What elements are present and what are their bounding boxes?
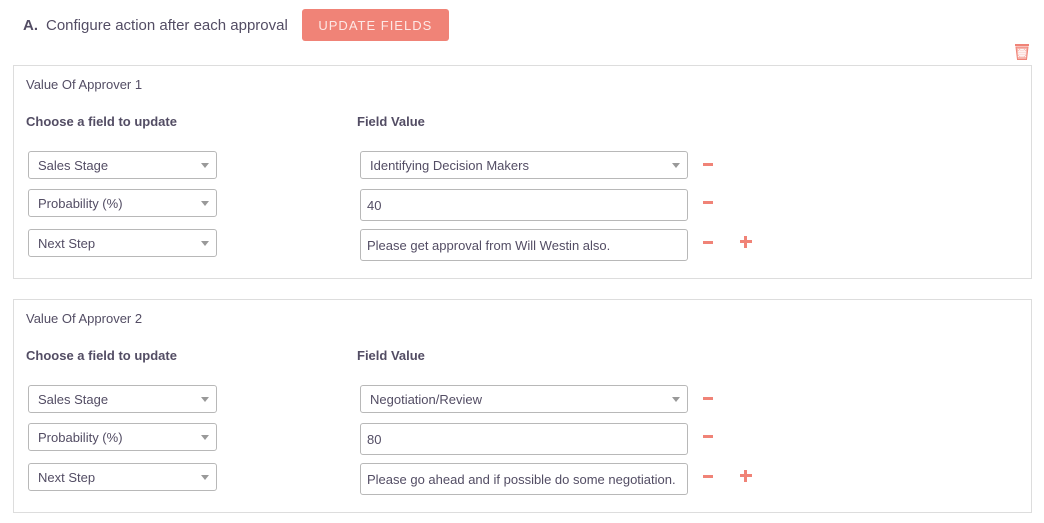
minus-icon[interactable] xyxy=(703,201,713,204)
field-select[interactable]: Sales Stage xyxy=(28,151,217,179)
caret-down-icon xyxy=(672,163,680,168)
value-select-value: Identifying Decision Makers xyxy=(370,157,529,173)
plus-icon[interactable] xyxy=(740,236,752,248)
field-select-value: Sales Stage xyxy=(38,157,109,173)
caret-down-icon xyxy=(201,241,209,246)
trash-icon[interactable] xyxy=(1015,44,1029,60)
field-select-value: Probability (%) xyxy=(38,429,123,445)
caret-down-icon xyxy=(201,201,209,206)
caret-down-icon xyxy=(201,397,209,402)
minus-icon[interactable] xyxy=(703,163,713,166)
field-select[interactable]: Sales Stage xyxy=(28,385,217,413)
field-column-header: Choose a field to update xyxy=(26,114,177,129)
section-header: A. Configure action after each approval … xyxy=(23,9,449,41)
approver-panel-1: Value Of Approver 1 Choose a field to up… xyxy=(13,65,1032,279)
value-input[interactable] xyxy=(360,229,688,261)
field-select[interactable]: Probability (%) xyxy=(28,423,217,451)
panel-title: Value Of Approver 2 xyxy=(26,311,143,326)
minus-icon[interactable] xyxy=(703,241,713,244)
field-select[interactable]: Next Step xyxy=(28,229,217,257)
panel-title: Value Of Approver 1 xyxy=(26,77,143,92)
value-column-header: Field Value xyxy=(357,114,425,129)
value-input[interactable] xyxy=(360,463,688,495)
section-letter: A. xyxy=(23,16,38,34)
plus-icon[interactable] xyxy=(740,470,752,482)
field-select[interactable]: Probability (%) xyxy=(28,189,217,217)
value-select[interactable]: Identifying Decision Makers xyxy=(360,151,688,179)
minus-icon[interactable] xyxy=(703,397,713,400)
field-column-header: Choose a field to update xyxy=(26,348,177,363)
value-input[interactable] xyxy=(360,189,688,221)
caret-down-icon xyxy=(201,475,209,480)
value-column-header: Field Value xyxy=(357,348,425,363)
value-select-value: Negotiation/Review xyxy=(370,391,483,407)
approver-panel-2: Value Of Approver 2 Choose a field to up… xyxy=(13,299,1032,513)
caret-down-icon xyxy=(201,435,209,440)
update-fields-button[interactable]: UPDATE FIELDS xyxy=(301,9,449,41)
field-select-value: Sales Stage xyxy=(38,391,109,407)
field-select[interactable]: Next Step xyxy=(28,463,217,491)
value-select[interactable]: Negotiation/Review xyxy=(360,385,688,413)
caret-down-icon xyxy=(201,163,209,168)
field-select-value: Next Step xyxy=(38,235,96,251)
caret-down-icon xyxy=(672,397,680,402)
field-select-value: Probability (%) xyxy=(38,195,123,211)
minus-icon[interactable] xyxy=(703,475,713,478)
value-input[interactable] xyxy=(360,423,688,455)
section-title: Configure action after each approval xyxy=(46,16,288,34)
field-select-value: Next Step xyxy=(38,469,96,485)
minus-icon[interactable] xyxy=(703,435,713,438)
